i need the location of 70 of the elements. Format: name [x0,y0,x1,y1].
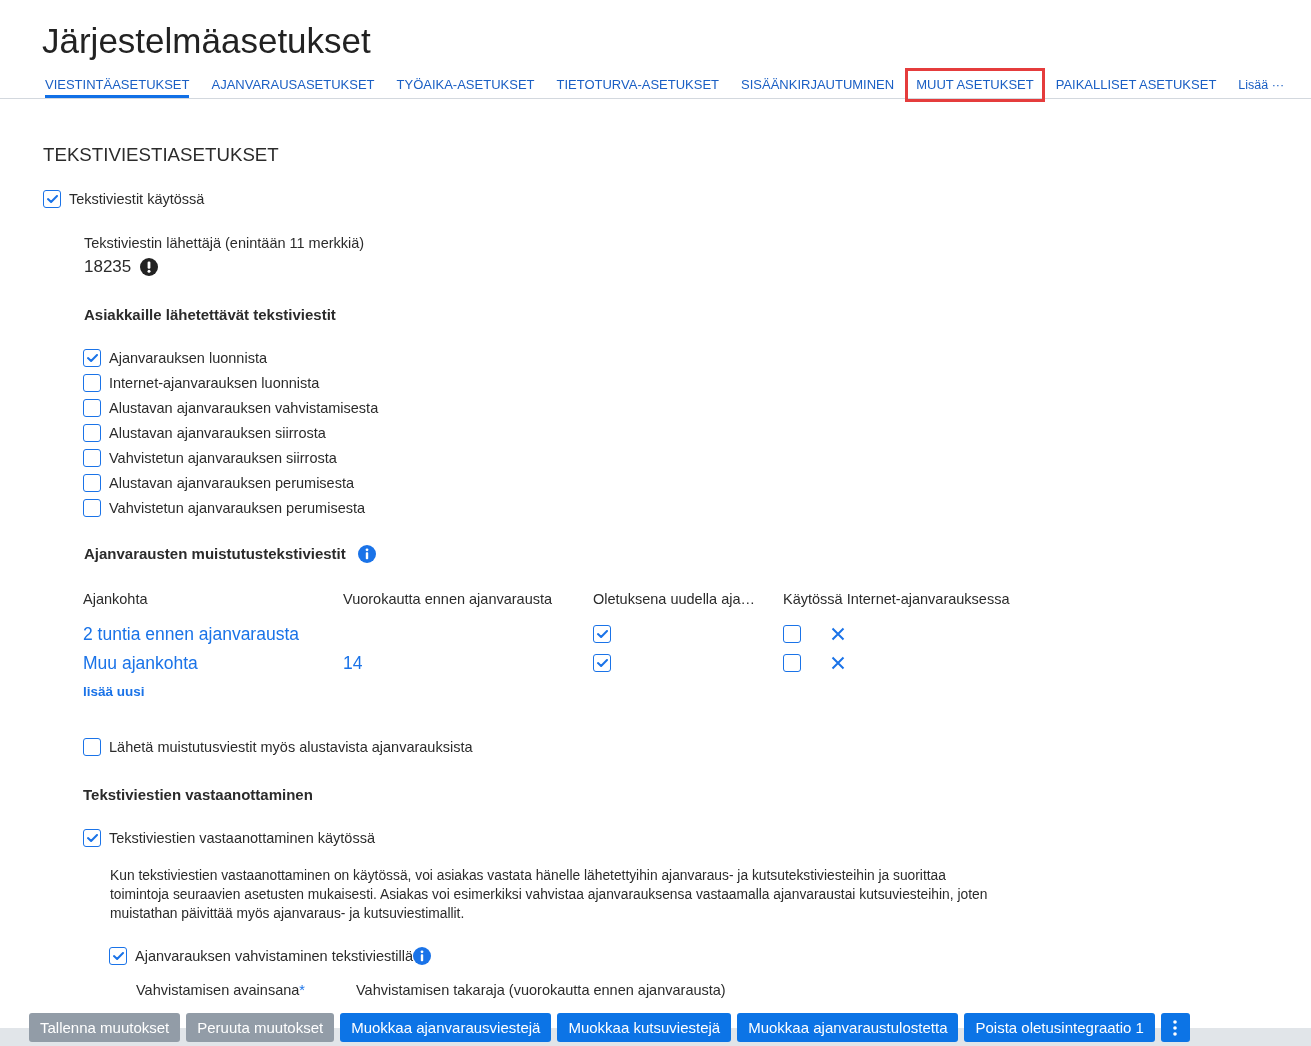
remove-icon[interactable] [831,626,845,641]
checkbox-label: Ajanvarauksen vahvistaminen tekstiviestillä [135,946,414,965]
checkbox[interactable] [83,373,101,392]
reminder-time-link[interactable]: Muu ajankohta [83,651,198,674]
subsection-title: Tekstiviestien vastaanottaminen [83,785,314,805]
exclamation-icon [140,258,159,276]
action-button[interactable]: Muokkaa ajanvarausviestejä [340,1013,552,1042]
column-header: Käytössä Internet-ajanvarauksessa [783,590,1011,609]
checkbox-label: Tekstiviestit käytössä [69,189,205,208]
action-button[interactable]: Muokkaa kutsuviestejä [557,1013,732,1042]
action-button[interactable]: Poista oletusintegraatio 1 [964,1013,1155,1042]
action-button[interactable]: Muokkaa ajanvaraustulostetta [737,1013,959,1042]
checkbox-label: Lähetä muistutusviestit myös alustavista ajanvarauksista [109,737,473,756]
add-new-link[interactable]: lisää uusi [83,682,145,702]
field-label: Tekstiviestin lähettäjä (enintään 11 merkkiä) [84,234,366,253]
field-label: Vahvistamisen avainsana [136,982,300,998]
checkbox-label: Internet-ajanvarauksen luonnista [109,373,320,392]
more-link[interactable]: Lisää ··· [1238,67,1285,98]
section-title: TEKSTIVIESTIASETUKSET [43,143,280,167]
checkbox[interactable] [83,737,101,756]
checkmark-icon [596,658,608,667]
checkbox-label: Vahvistetun ajanvarauksen siirrosta [109,448,337,467]
checkbox[interactable] [783,653,801,672]
info-icon[interactable] [413,946,432,965]
checkbox[interactable] [83,448,101,467]
remove-icon[interactable] [831,655,845,670]
checkbox[interactable] [83,423,101,442]
checkbox[interactable] [43,189,61,208]
checkbox[interactable] [83,828,101,847]
checkmark-icon [112,951,124,960]
more-button[interactable] [1160,1013,1190,1042]
checkmark-icon [46,194,58,203]
checkbox[interactable] [593,624,611,643]
tab[interactable]: PAIKALLISET ASETUKSET [1055,66,1217,98]
days-value[interactable]: 14 [343,651,363,674]
tab[interactable]: VIESTINTÄASETUKSET [45,66,190,98]
checkmark-icon [596,629,608,638]
info-icon[interactable] [357,545,376,563]
checkbox[interactable] [783,624,801,643]
vertical-dots-icon [1173,1019,1178,1036]
column-header: Oletuksena uudella aja… [593,590,757,609]
checkmark-icon [86,833,98,842]
checkbox[interactable] [109,946,127,965]
page-title: Järjestelmäasetukset [41,20,372,61]
subsection-title: Asiakkaille lähetettävät tekstiviestit [84,305,337,325]
subsection-title: Ajanvarausten muistutustekstiviestit [84,544,346,564]
checkbox-label: Alustavan ajanvarauksen perumisesta [109,473,355,492]
checkbox-label: Ajanvarauksen luonnista [109,348,267,367]
sender-value: 18235 [84,256,132,278]
tab[interactable]: MUUT ASETUKSET [916,66,1034,98]
tab[interactable]: AJANVARAUSASETUKSET [211,66,375,98]
tab[interactable]: SISÄÄNKIRJAUTUMINEN [741,66,895,98]
column-header: Vuorokautta ennen ajanvarausta [343,590,554,609]
checkbox[interactable] [593,653,611,672]
checkbox[interactable] [83,498,101,517]
checkbox-label: Tekstiviestien vastaanottaminen käytössä [109,828,375,847]
checkbox[interactable] [83,348,101,367]
field-label: Vahvistamisen takaraja (vuorokautta ennen ajanvarausta) [356,982,726,998]
checkbox[interactable] [83,398,101,417]
checkbox-label: Vahvistetun ajanvarauksen perumisesta [109,498,366,517]
tab[interactable]: TYÖAIKA-ASETUKSET [396,66,535,98]
required-mark: * [299,982,305,998]
column-header: Ajankohta [83,590,149,609]
description-text: Kun tekstiviestien vastaanottaminen on käytössä, voi asiakas vastata hänelle lähetettyihin ajanvaraus- ja kutsutekstiviesteihin ja suorittaa toimintoja seuraavien asetusten mukaisesti. Asiakas voi esimerkiksi vahvistaa ajanvarauksensa vastaamalla ajanvaraustai kutsuviesteihin, joten muistathan päivittää myös ajanvaraus- ja kutsuviestimallit. [110,867,989,923]
reminder-time-link[interactable]: 2 tuntia ennen ajanvarausta [83,622,299,645]
tab[interactable]: TIETOTURVA-ASETUKSET [556,66,720,98]
checkbox-label: Alustavan ajanvarauksen vahvistamisesta [109,398,379,417]
checkbox[interactable] [83,473,101,492]
checkbox-label: Alustavan ajanvarauksen siirrosta [109,423,326,442]
checkmark-icon [86,353,98,362]
